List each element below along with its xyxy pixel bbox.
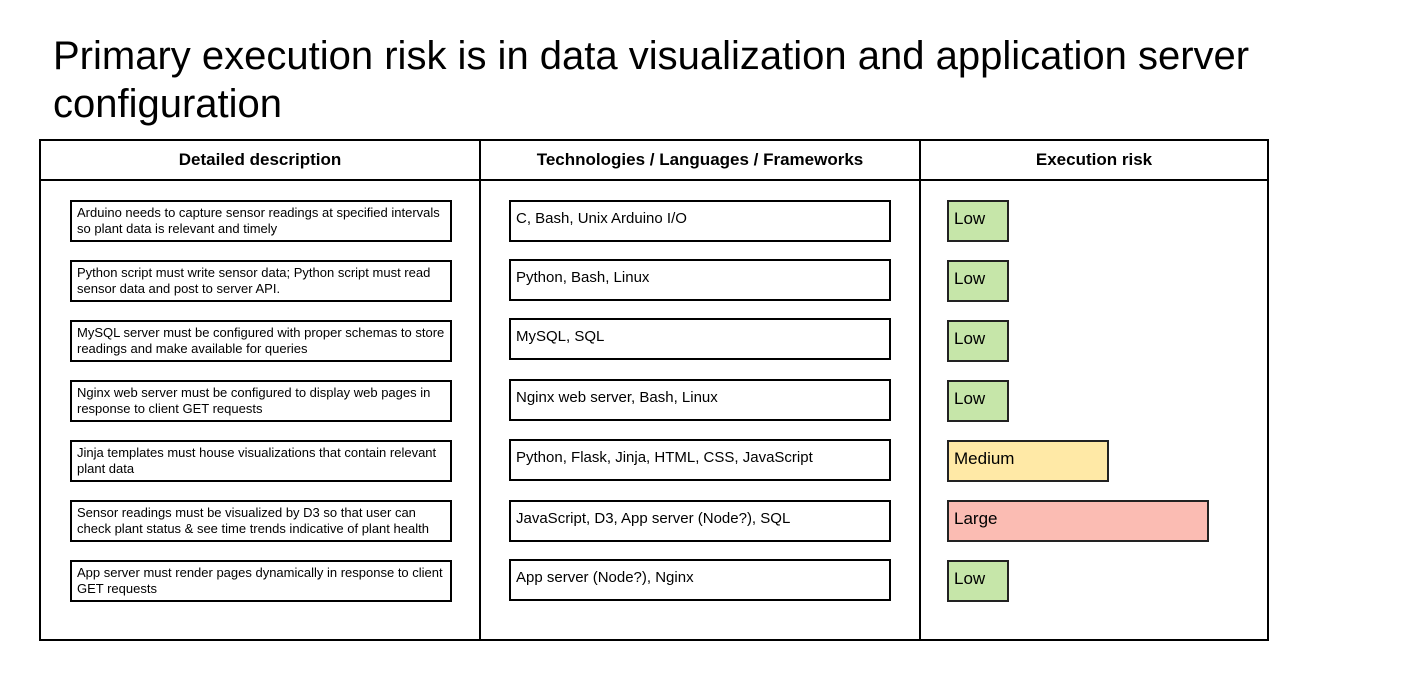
risk-badge-low: Low — [947, 380, 1009, 422]
technologies-cell: Nginx web server, Bash, Linux — [509, 379, 891, 421]
technologies-header: Technologies / Languages / Frameworks — [481, 141, 919, 181]
technologies-column: Technologies / Languages / Frameworks C,… — [481, 141, 921, 639]
description-cell: Sensor readings must be visualized by D3… — [70, 500, 452, 542]
risk-badge-large: Large — [947, 500, 1209, 542]
technologies-cell: MySQL, SQL — [509, 318, 891, 360]
risk-badge-medium: Medium — [947, 440, 1109, 482]
risk-badge-low: Low — [947, 560, 1009, 602]
technologies-cell: C, Bash, Unix Arduino I/O — [509, 200, 891, 242]
technologies-cell: App server (Node?), Nginx — [509, 559, 891, 601]
description-cell: MySQL server must be configured with pro… — [70, 320, 452, 362]
risk-badge-low: Low — [947, 200, 1009, 242]
description-column: Detailed description Arduino needs to ca… — [41, 141, 481, 639]
technologies-cell: Python, Bash, Linux — [509, 259, 891, 301]
description-header: Detailed description — [41, 141, 479, 181]
technologies-cell: JavaScript, D3, App server (Node?), SQL — [509, 500, 891, 542]
description-cell: Jinja templates must house visualization… — [70, 440, 452, 482]
page-title: Primary execution risk is in data visual… — [53, 34, 1250, 126]
risk-table: Detailed description Arduino needs to ca… — [39, 139, 1269, 641]
description-cell: App server must render pages dynamically… — [70, 560, 452, 602]
risk-column: Execution risk Low Low Low Low Medium La… — [921, 141, 1267, 639]
description-cell: Nginx web server must be configured to d… — [70, 380, 452, 422]
risk-header: Execution risk — [921, 141, 1267, 181]
risk-badge-low: Low — [947, 320, 1009, 362]
risk-badge-low: Low — [947, 260, 1009, 302]
description-cell: Arduino needs to capture sensor readings… — [70, 200, 452, 242]
technologies-cell: Python, Flask, Jinja, HTML, CSS, JavaScr… — [509, 439, 891, 481]
description-cell: Python script must write sensor data; Py… — [70, 260, 452, 302]
